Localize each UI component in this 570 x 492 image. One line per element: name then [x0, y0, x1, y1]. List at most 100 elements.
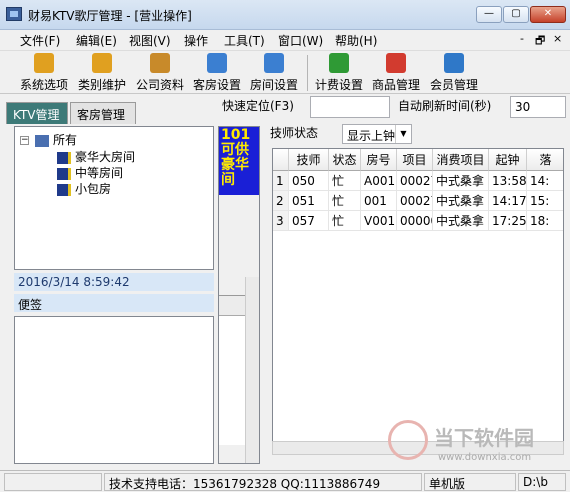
goods-icon [386, 53, 406, 73]
book-icon [57, 151, 71, 164]
key-icon [34, 53, 54, 73]
menu-tools[interactable]: 工具(T) [224, 32, 265, 49]
tech-status-select[interactable]: 显示上钟 ▼ [342, 124, 412, 144]
table-cell[interactable]: V001 [361, 211, 397, 231]
path-status: D:\b [518, 473, 566, 491]
status-panel-empty [4, 473, 102, 491]
current-datetime: 2016/3/14 8:59:42 [14, 273, 214, 291]
window-title: 财易KTV歌厅管理 - [营业操作] [28, 9, 192, 23]
guest-room-settings-label: 客房设置 [192, 78, 241, 92]
member-management-label: 会员管理 [429, 78, 478, 92]
table-cell[interactable]: 13:58 [489, 171, 527, 191]
tree-item-deluxe-room[interactable]: 豪华大房间 [57, 148, 135, 164]
user-icon [444, 53, 464, 73]
guest-room-settings-button[interactable]: 客房设置 [191, 53, 243, 93]
col-header-end[interactable]: 落 [527, 149, 563, 171]
tree-item-label: 小包房 [75, 182, 112, 196]
table-cell[interactable]: 中式桑拿 [433, 171, 489, 191]
category-maintenance-label: 类别维护 [77, 78, 126, 92]
room-settings-button[interactable]: 房间设置 [248, 53, 300, 93]
tree-item-medium-room[interactable]: 中等房间 [57, 164, 123, 180]
room-panel: 101 可供 豪华 间 [218, 126, 260, 464]
auto-refresh-input[interactable]: 30 [510, 96, 566, 118]
table-cell[interactable]: 18: [527, 211, 563, 231]
minimize-button[interactable]: — [476, 6, 502, 23]
menu-operate[interactable]: 操作 [184, 32, 208, 49]
menu-view[interactable]: 视图(V) [129, 32, 171, 49]
tech-status-select-value: 显示上钟 [347, 129, 396, 143]
tree-collapse-toggle[interactable]: − [20, 136, 29, 145]
col-header-technician[interactable]: 技师 [289, 149, 329, 171]
table-cell[interactable]: A001 [361, 171, 397, 191]
room-icon [264, 53, 284, 73]
col-header-item[interactable]: 项目 [397, 149, 433, 171]
table-cell[interactable]: 00027 [397, 171, 433, 191]
row-number: 3 [273, 211, 289, 231]
money-icon [329, 53, 349, 73]
billing-settings-label: 计费设置 [314, 78, 363, 92]
table-cell[interactable]: 00000 [397, 211, 433, 231]
room-panel-scrollbar[interactable] [245, 277, 259, 463]
menu-window[interactable]: 窗口(W) [278, 32, 323, 49]
goods-management-label: 商品管理 [371, 78, 420, 92]
billing-settings-button[interactable]: 计费设置 [313, 53, 365, 93]
book-icon [57, 167, 71, 180]
tab-ktv-management[interactable]: KTV管理 [6, 102, 68, 124]
mdi-restore-button[interactable]: 🗗 [535, 32, 545, 51]
table-cell[interactable]: 050 [289, 171, 329, 191]
table-cell[interactable]: 中式桑拿 [433, 191, 489, 211]
table-cell[interactable]: 15: [527, 191, 563, 211]
tech-status-label: 技师状态 [270, 126, 319, 140]
book-icon [57, 183, 71, 196]
support-info: 技术支持电话：15361792328 QQ:1113886749 [104, 473, 422, 491]
tree-item-label: 中等房间 [75, 166, 124, 180]
tree-root[interactable]: 所有 [35, 131, 77, 147]
toolbar: 系统选项 类别维护 公司资料 客房设置 房间设置 计费设置 商品管理 会员管理 [0, 50, 570, 94]
table-cell[interactable]: 忙 [329, 191, 361, 211]
mdi-minimize-button[interactable]: - [520, 32, 524, 45]
member-management-button[interactable]: 会员管理 [428, 53, 480, 93]
app-icon [6, 7, 22, 21]
tab-room-management[interactable]: 客房管理 [70, 102, 136, 124]
table-cell[interactable]: 中式桑拿 [433, 211, 489, 231]
col-header-room[interactable]: 房号 [361, 149, 397, 171]
menu-edit[interactable]: 编辑(E) [76, 32, 117, 49]
maximize-button[interactable]: ▢ [503, 6, 529, 23]
room-tile-101[interactable]: 101 可供 豪华 间 [219, 127, 259, 195]
system-options-label: 系统选项 [19, 78, 68, 92]
table-cell[interactable]: 忙 [329, 211, 361, 231]
col-header-consumption[interactable]: 消费项目 [433, 149, 489, 171]
category-maintenance-button[interactable]: 类别维护 [76, 53, 128, 93]
technician-grid: 技师 状态 房号 项目 消费项目 起钟 落 1 050 忙 A001 00027… [272, 148, 564, 454]
table-cell[interactable]: 14:17 [489, 191, 527, 211]
table-cell[interactable]: 17:25 [489, 211, 527, 231]
book-icon [150, 53, 170, 73]
col-header-start[interactable]: 起钟 [489, 149, 527, 171]
table-cell[interactable]: 忙 [329, 171, 361, 191]
mdi-close-button[interactable]: × [553, 32, 562, 45]
notes-header: 便签 [14, 294, 214, 312]
col-header-status[interactable]: 状态 [329, 149, 361, 171]
system-options-button[interactable]: 系统选项 [18, 53, 70, 93]
watermark-text: 当下软件园 [434, 426, 534, 450]
close-button[interactable]: ✕ [530, 6, 566, 23]
watermark-logo-icon [388, 420, 428, 460]
menu-help[interactable]: 帮助(H) [335, 32, 377, 49]
table-cell[interactable]: 057 [289, 211, 329, 231]
table-cell[interactable]: 001 [361, 191, 397, 211]
chevron-down-icon[interactable]: ▼ [395, 125, 411, 143]
goods-management-button[interactable]: 商品管理 [370, 53, 422, 93]
table-cell[interactable]: 00027 [397, 191, 433, 211]
menu-file[interactable]: 文件(F) [20, 32, 60, 49]
table-cell[interactable]: 14: [527, 171, 563, 191]
tree-item-small-room[interactable]: 小包房 [57, 180, 111, 196]
notes-area[interactable] [14, 316, 214, 464]
company-info-button[interactable]: 公司资料 [134, 53, 186, 93]
row-number: 2 [273, 191, 289, 211]
watermark: 当下软件园 www.downxia.com [388, 420, 568, 470]
room-tree: − 所有 豪华大房间 中等房间 小包房 [14, 126, 214, 270]
room-icon [207, 53, 227, 73]
quick-locate-input[interactable] [310, 96, 390, 118]
status-bar: 技术支持电话：15361792328 QQ:1113886749 单机版 D:\… [0, 470, 570, 492]
table-cell[interactable]: 051 [289, 191, 329, 211]
